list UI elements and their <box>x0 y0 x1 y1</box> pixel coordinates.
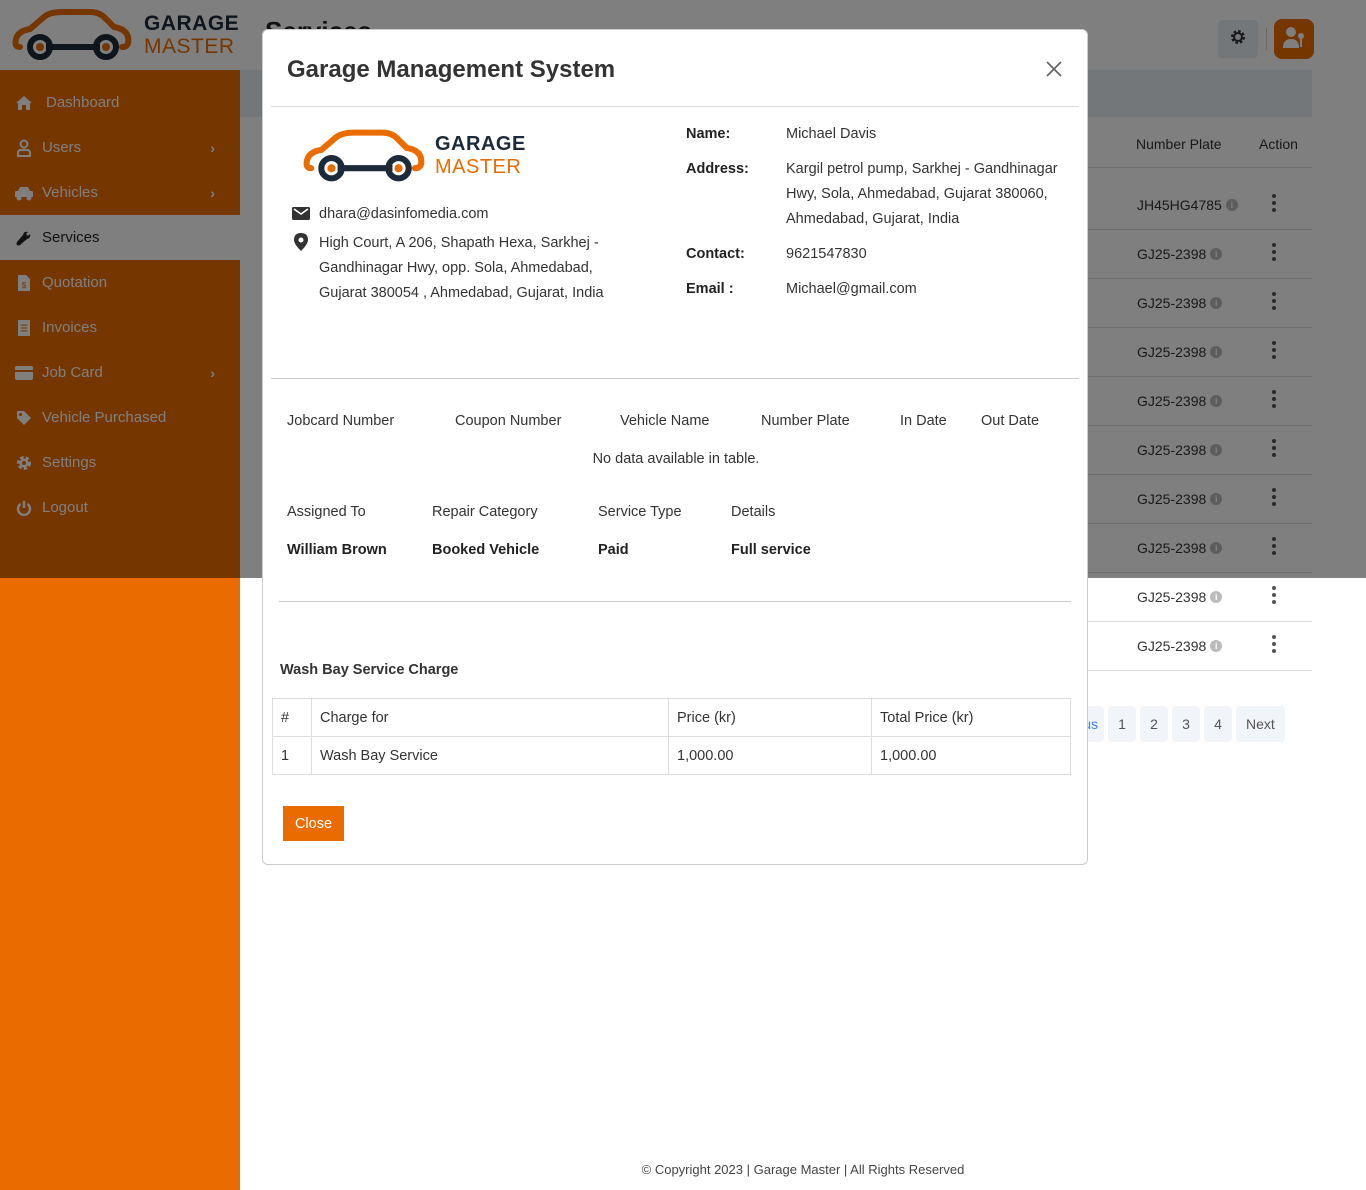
number-plate: GJ25-2398 <box>1137 589 1207 605</box>
jobcard-header-out-date: Out Date <box>981 413 1040 429</box>
car-wrench-logo-icon <box>303 129 425 182</box>
table-row: GJ25-2398i <box>1085 622 1312 671</box>
customer-address-label: Address: <box>686 161 749 177</box>
customer-email: Michael@gmail.com <box>786 281 917 297</box>
service-header-service-type: Service Type <box>598 504 682 520</box>
column-header-charge-for: Charge for <box>311 698 669 737</box>
info-icon[interactable]: i <box>1210 640 1223 652</box>
more-actions-icon[interactable] <box>1271 635 1277 653</box>
customer-info: Name: Michael Davis Address: Kargil petr… <box>686 122 1066 312</box>
service-header-assigned-to: Assigned To <box>287 504 366 520</box>
footer-copyright: © Copyright 2023 | Garage Master | All R… <box>641 1162 965 1177</box>
company-address: High Court, A 206, Shapath Hexa, Sarkhej… <box>319 235 604 301</box>
pagination-page-2[interactable]: 2 <box>1140 706 1168 742</box>
customer-contact-row: Contact: 9621547830 <box>686 242 1066 267</box>
jobcard-header-jobcard-number: Jobcard Number <box>287 413 395 429</box>
dot <box>1272 649 1276 653</box>
customer-name-row: Name: Michael Davis <box>686 122 1066 147</box>
table-row: 1 Wash Bay Service 1,000.00 1,000.00 <box>272 736 1071 775</box>
jobcard-empty-message: No data available in table. <box>592 451 760 467</box>
customer-address: Kargil petrol pump, Sarkhej - Gandhinaga… <box>786 161 1058 227</box>
wash-bay-charge-table: # Charge for Price (kr) Total Price (kr)… <box>272 698 1071 775</box>
number-plate-cell: GJ25-2398i <box>1137 638 1223 654</box>
cell-total-price: 1,000.00 <box>871 736 1071 775</box>
service-type: Paid <box>598 542 629 558</box>
brand-line-2: MASTER <box>435 156 522 178</box>
table-row: GJ25-2398i <box>1085 573 1312 622</box>
column-header-price: Price (kr) <box>668 698 872 737</box>
dot <box>1272 642 1276 646</box>
cell-charge-for: Wash Bay Service <box>311 736 669 775</box>
jobcard-header-vehicle-name: Vehicle Name <box>620 413 710 429</box>
close-button[interactable]: Close <box>283 806 344 841</box>
number-plate: GJ25-2398 <box>1137 638 1207 654</box>
customer-address-row: Address: Kargil petrol pump, Sarkhej - G… <box>686 157 1066 232</box>
customer-contact-label: Contact: <box>686 246 745 262</box>
modal-header: Garage Management System <box>271 30 1079 107</box>
map-pin-icon <box>291 231 311 306</box>
section-divider <box>271 378 1079 379</box>
brand-line-1: GARAGE <box>435 133 526 155</box>
customer-name-label: Name: <box>686 126 731 142</box>
more-actions-icon[interactable] <box>1271 586 1277 604</box>
table-header-row: # Charge for Price (kr) Total Price (kr) <box>272 698 1071 737</box>
modal-title: Garage Management System <box>287 56 616 83</box>
number-plate-cell: GJ25-2398i <box>1137 589 1223 605</box>
dot <box>1272 593 1276 597</box>
service-assigned-to: William Brown <box>287 542 387 558</box>
pagination-next[interactable]: Next <box>1236 706 1285 742</box>
customer-email-label: Email : <box>686 281 734 297</box>
cell-index: 1 <box>272 736 312 775</box>
company-email-row: dhara@dasinfomedia.com <box>291 202 488 227</box>
service-details: Full service <box>731 542 811 558</box>
jobcard-header-number-plate: Number Plate <box>761 413 850 429</box>
envelope-icon <box>291 202 311 227</box>
service-header-repair-category: Repair Category <box>432 504 538 520</box>
dot <box>1272 635 1276 639</box>
customer-email-row: Email : Michael@gmail.com <box>686 277 1066 302</box>
pagination: Previous 1 2 3 4 Next <box>1060 706 1285 742</box>
close-icon[interactable] <box>1045 60 1065 80</box>
dot <box>1272 586 1276 590</box>
column-header-index: # <box>272 698 312 737</box>
service-header-details: Details <box>731 504 776 520</box>
service-detail-modal: Garage Management System GARAGE MASTER d… <box>262 29 1088 865</box>
cell-price: 1,000.00 <box>668 736 872 775</box>
pagination-page-4[interactable]: 4 <box>1204 706 1232 742</box>
section-divider <box>279 601 1071 602</box>
dot <box>1272 600 1276 604</box>
column-header-total-price: Total Price (kr) <box>871 698 1071 737</box>
customer-contact: 9621547830 <box>786 246 867 262</box>
info-icon[interactable]: i <box>1210 591 1223 603</box>
service-repair-category: Booked Vehicle <box>432 542 540 558</box>
pagination-page-3[interactable]: 3 <box>1172 706 1200 742</box>
pagination-page-1[interactable]: 1 <box>1108 706 1136 742</box>
wash-bay-title: Wash Bay Service Charge <box>280 662 459 678</box>
jobcard-header-in-date: In Date <box>900 413 947 429</box>
company-logo: GARAGE MASTER <box>301 128 526 184</box>
jobcard-header-coupon-number: Coupon Number <box>455 413 562 429</box>
customer-name: Michael Davis <box>786 126 877 142</box>
company-email: dhara@dasinfomedia.com <box>319 206 489 222</box>
company-address-row: High Court, A 206, Shapath Hexa, Sarkhej… <box>291 231 651 306</box>
